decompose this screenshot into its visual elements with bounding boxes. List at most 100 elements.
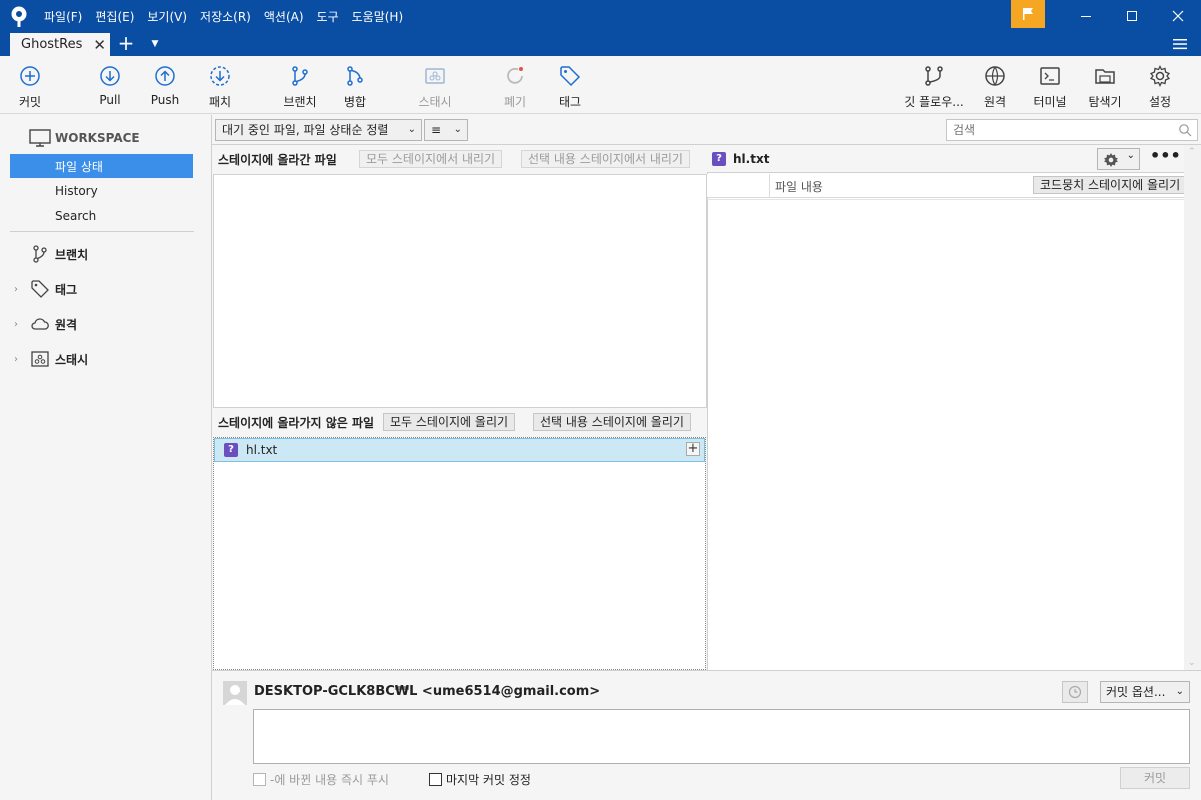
amend-checkbox[interactable] [429, 773, 442, 786]
sourcetree-logo-icon [11, 6, 27, 27]
close-window-button[interactable] [1155, 0, 1201, 32]
menu-actions[interactable]: 액션(A) [264, 8, 304, 25]
settings-button[interactable]: 설정 [1130, 64, 1190, 110]
push-immediately-label: -에 바뀐 내용 즉시 푸시 [270, 773, 389, 787]
amend-label: 마지막 커밋 정정 [446, 773, 531, 787]
hamburger-menu-icon[interactable] [1172, 37, 1188, 51]
commit-toolbar-button[interactable]: 커밋 [0, 64, 60, 110]
unstaged-files-title: 스테이지에 올라가지 않은 파일 [218, 415, 375, 430]
push-immediately-option[interactable]: -에 바뀐 내용 즉시 푸시 [253, 771, 389, 788]
chevron-down-icon: ⌄ [407, 124, 416, 135]
scroll-up-icon[interactable]: ⌃ [1188, 147, 1196, 157]
merge-icon [347, 66, 363, 86]
amend-option[interactable]: 마지막 커밋 정정 [429, 771, 531, 788]
untracked-status-icon: ? [224, 443, 238, 457]
menu-bar: 파일(F) 편집(E) 보기(V) 저장소(R) 액션(A) 도구 도움말(H) [44, 8, 416, 25]
sidebar-item-remotes[interactable]: › 원격 [0, 312, 212, 336]
push-button[interactable]: Push [135, 64, 195, 107]
cloud-icon [31, 318, 49, 330]
terminal-label: 터미널 [1033, 95, 1067, 109]
commit-button[interactable]: 커밋 [1120, 767, 1190, 789]
gitflow-button[interactable]: 깃 플로우... [902, 64, 966, 110]
push-immediately-checkbox[interactable] [253, 773, 266, 786]
search-input[interactable] [946, 119, 1198, 141]
branch-button[interactable]: 브랜치 [270, 64, 330, 110]
stage-hunk-button[interactable]: 코드뭉치 스테이지에 올리기 [1033, 176, 1188, 194]
repo-tab[interactable]: GhostRes ✕ [10, 33, 110, 56]
fetch-button[interactable]: 패치 [190, 64, 250, 110]
stage-all-button[interactable]: 모두 스테이지에 올리기 [383, 413, 516, 431]
sidebar-item-history[interactable]: History [0, 179, 212, 203]
list-view-icon: ≡ [431, 123, 442, 137]
stage-file-plus-icon[interactable]: + [686, 442, 700, 456]
view-mode-dropdown[interactable]: ≡ ⌄ [424, 119, 468, 141]
list-item[interactable]: ? hl.txt [214, 438, 705, 462]
diff-scrollbar[interactable]: ⌃ ⌄ [1184, 145, 1201, 670]
remote-label: 원격 [983, 95, 1007, 109]
pull-button[interactable]: Pull [80, 64, 140, 107]
diff-column-header: 파일 내용 코드뭉치 스테이지에 올리기 [707, 174, 1188, 198]
sidebar-item-tags[interactable]: › 태그 [0, 277, 212, 301]
sidebar-item-branches[interactable]: 브랜치 [0, 242, 212, 266]
push-arrow-up-icon [155, 66, 175, 86]
sidebar-item-search[interactable]: Search [0, 204, 212, 228]
gitflow-icon [925, 66, 943, 86]
more-options-icon[interactable]: ••• [1150, 148, 1181, 168]
staged-files-list[interactable] [213, 174, 707, 408]
notification-flag-button[interactable] [1011, 0, 1045, 28]
tab-list-dropdown[interactable]: ▼ [148, 36, 162, 52]
sidebar-workspace-header: WORKSPACE [0, 126, 212, 150]
folder-icon [1095, 69, 1115, 84]
merge-button[interactable]: 병합 [325, 64, 385, 110]
unstage-selected-button[interactable]: 선택 내용 스테이지에서 내리기 [521, 150, 690, 168]
history-label: History [55, 184, 98, 198]
search-label: Search [55, 209, 97, 223]
sidebar-item-stashes[interactable]: › 스태시 [0, 347, 212, 371]
menu-help[interactable]: 도움말(H) [352, 8, 404, 25]
tab-row: GhostRes ✕ + ▼ [0, 32, 1201, 56]
discard-button[interactable]: 폐기 [485, 64, 545, 110]
expand-chevron-icon[interactable]: › [14, 354, 18, 365]
explorer-button[interactable]: 탐색기 [1075, 64, 1135, 110]
commit-plus-icon [20, 66, 40, 86]
discard-icon [507, 67, 523, 84]
minimize-button[interactable] [1063, 0, 1109, 32]
title-bar: 파일(F) 편집(E) 보기(V) 저장소(R) 액션(A) 도구 도움말(H)… [0, 0, 1201, 56]
tag-icon [31, 280, 49, 298]
stage-selected-button[interactable]: 선택 내용 스테이지에 올리기 [533, 413, 691, 431]
user-avatar-icon [225, 685, 245, 705]
menu-view[interactable]: 보기(V) [147, 8, 187, 25]
commit-options-dropdown[interactable]: 커밋 옵션... ⌄ [1100, 681, 1190, 703]
expand-chevron-icon[interactable]: › [14, 284, 18, 295]
file-name: hl.txt [246, 443, 278, 457]
remote-button[interactable]: 원격 [965, 64, 1025, 110]
file-sort-dropdown[interactable]: 대기 중인 파일, 파일 상태순 정렬 ⌄ [215, 119, 422, 141]
tag-icon [560, 66, 581, 87]
diff-separator [707, 199, 1184, 201]
commit-author: DESKTOP-GCLK8BC₩L <ume6514@gmail.com> [254, 684, 601, 699]
filter-bar: 대기 중인 파일, 파일 상태순 정렬 ⌄ ≡ ⌄ [212, 115, 1201, 145]
commit-message-input[interactable] [253, 709, 1190, 764]
close-tab-icon[interactable]: ✕ [93, 36, 106, 54]
diff-options-button[interactable]: ⌄ [1097, 148, 1140, 170]
unstage-all-button[interactable]: 모두 스테이지에서 내리기 [359, 150, 503, 168]
menu-repository[interactable]: 저장소(R) [200, 8, 251, 25]
untracked-status-icon: ? [712, 151, 726, 166]
expand-chevron-icon[interactable]: › [14, 319, 18, 330]
settings-label: 설정 [1148, 95, 1172, 109]
stash-label: 스태시 [418, 95, 452, 109]
unstaged-files-list[interactable] [213, 437, 706, 670]
stash-button[interactable]: 스태시 [405, 64, 465, 110]
new-tab-button[interactable]: + [116, 33, 136, 54]
branches-label: 브랜치 [55, 247, 89, 262]
menu-file[interactable]: 파일(F) [44, 8, 82, 25]
menu-edit[interactable]: 편집(E) [95, 8, 134, 25]
tag-button[interactable]: 태그 [540, 64, 600, 110]
commit-history-button[interactable] [1062, 681, 1088, 703]
chevron-down-icon: ⌄ [453, 124, 462, 135]
menu-tools[interactable]: 도구 [317, 8, 339, 25]
scroll-down-icon[interactable]: ⌄ [1188, 658, 1196, 668]
maximize-button[interactable] [1109, 0, 1155, 32]
sidebar-item-file-status[interactable]: 파일 상태 [10, 154, 193, 178]
terminal-button[interactable]: 터미널 [1020, 64, 1080, 110]
